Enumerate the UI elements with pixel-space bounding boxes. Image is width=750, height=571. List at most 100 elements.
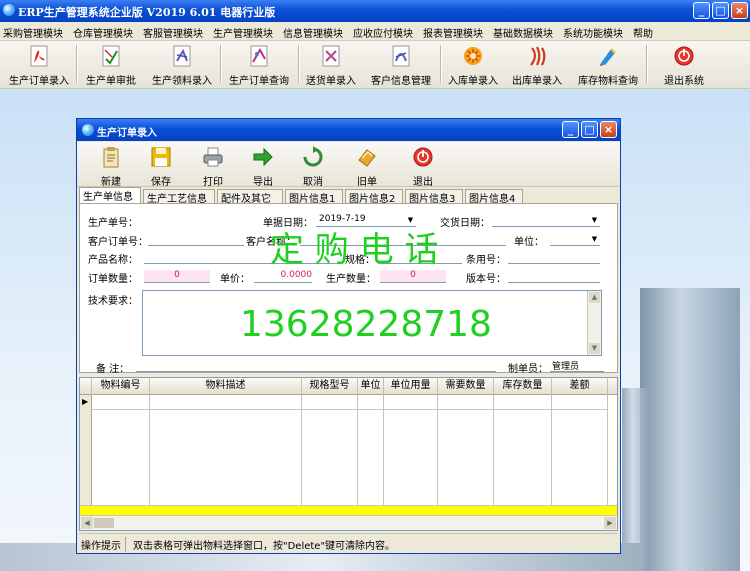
toolbar-storage-in-button[interactable]: 入库单录入: [444, 43, 502, 87]
tab-image-1[interactable]: 图片信息1: [285, 189, 343, 205]
cancel-refresh-icon: [303, 146, 323, 167]
tab-order-info[interactable]: 生产单信息: [79, 187, 141, 203]
app-title: ERP生产管理系统企业版 V2019 6.01 电器行业版: [18, 6, 276, 19]
grid-header-spec[interactable]: 规格型号: [302, 378, 358, 395]
material-grid[interactable]: 物料编号 物料描述 规格型号 单位 单位用量 需要数量 库存数量 差额 ▶ ◀ …: [79, 377, 618, 531]
production-qty-field[interactable]: 0: [380, 270, 446, 283]
watermark-phone-number: 13628228718: [240, 304, 492, 345]
customer-order-field[interactable]: [148, 233, 244, 246]
scroll-down-icon[interactable]: ▼: [589, 343, 600, 354]
status-text: 双击表格可弹出物料选择窗口，按"Delete"键可清除内容。: [133, 541, 396, 552]
menu-bar: 采购管理模块 仓库管理模块 客服管理模块 生产管理模块 信息管理模块 应收应付模…: [0, 22, 750, 41]
totals-row: [80, 505, 617, 515]
child-exit-button[interactable]: 退出: [399, 144, 447, 188]
scroll-up-icon[interactable]: ▲: [589, 292, 600, 303]
printer-icon: [203, 147, 223, 167]
save-button[interactable]: 保存: [137, 144, 185, 188]
tech-req-scrollbar[interactable]: ▲ ▼: [587, 291, 601, 355]
grid-header-required-qty[interactable]: 需要数量: [438, 378, 494, 395]
scroll-left-icon[interactable]: ◀: [81, 517, 93, 529]
maximize-button[interactable]: □: [712, 2, 729, 19]
grid-header-stock-qty[interactable]: 库存数量: [494, 378, 552, 395]
grid-col-line: [551, 395, 552, 505]
unit-price-field[interactable]: 0.0000: [254, 270, 312, 283]
menu-service[interactable]: 客服管理模块: [143, 25, 203, 40]
query-document-icon: [250, 45, 268, 67]
toolbar-material-button[interactable]: 生产领料录入: [148, 43, 216, 87]
tab-image-4[interactable]: 图片信息4: [465, 189, 523, 205]
scroll-right-icon[interactable]: ▶: [604, 517, 616, 529]
menu-warehouse[interactable]: 仓库管理模块: [73, 25, 133, 40]
current-row-arrow-icon: ▶: [82, 397, 89, 406]
toolbar-customer-button[interactable]: 客户信息管理: [366, 43, 436, 87]
row-selector-column: ▶: [80, 395, 92, 505]
tab-process-info[interactable]: 生产工艺信息: [143, 189, 215, 205]
child-window-icon: [82, 124, 94, 136]
toolbar-delivery-button[interactable]: 送货单录入: [302, 43, 360, 87]
toolbar-approval-button[interactable]: 生产单审批: [80, 43, 142, 87]
grid-header-material-no[interactable]: 物料编号: [92, 378, 150, 395]
child-minimize-button[interactable]: _: [562, 121, 579, 138]
chevron-down-icon[interactable]: ▼: [589, 214, 600, 226]
material-document-icon: [173, 45, 191, 67]
toolbar-storage-out-button[interactable]: 出库单录入: [508, 43, 566, 87]
version-label: 版本号：: [466, 274, 506, 285]
minimize-button[interactable]: _: [693, 2, 710, 19]
toolbar-inventory-query-button[interactable]: 库存物料查询: [574, 43, 642, 87]
unit-field[interactable]: ▼: [550, 233, 600, 246]
grid-header-unit[interactable]: 单位: [358, 378, 384, 395]
storage-out-icon: [530, 46, 546, 66]
usage-field[interactable]: [508, 251, 600, 264]
menu-ar-ap[interactable]: 应收应付模块: [353, 25, 413, 40]
menu-purchase[interactable]: 采购管理模块: [3, 25, 63, 40]
print-button[interactable]: 打印: [189, 144, 237, 188]
customer-order-label: 客户订单号：: [88, 237, 148, 248]
old-order-button[interactable]: 旧单: [343, 144, 391, 188]
status-bar: 操作提示 双击表格可弹出物料选择窗口，按"Delete"键可清除内容。: [79, 533, 618, 552]
order-form: 生产单号： 单据日期： 2019-7-19 ▼ 交货日期： ▼ 客户订单号： 客户…: [79, 203, 618, 375]
grid-header-material-desc[interactable]: 物料描述: [150, 378, 302, 395]
child-maximize-button[interactable]: □: [581, 121, 598, 138]
toolbar-order-entry-button[interactable]: 生产订单录入: [3, 43, 75, 87]
tab-parts-other[interactable]: 配件及其它: [217, 189, 283, 205]
tab-image-2[interactable]: 图片信息2: [345, 189, 403, 205]
maker-field[interactable]: 管理员: [550, 359, 604, 372]
order-entry-window: 生产订单录入 _ □ × 新建 保存 打印 导出 取消 旧单 退出 生产单信息 …: [76, 118, 621, 554]
toolbar-order-query-button[interactable]: 生产订单查询: [224, 43, 294, 87]
order-qty-label: 订单数量：: [88, 274, 138, 285]
order-no-field[interactable]: [148, 214, 260, 227]
toolbar-exit-button[interactable]: 退出系统: [654, 43, 714, 87]
menu-info[interactable]: 信息管理模块: [283, 25, 343, 40]
menu-base-data[interactable]: 基础数据模块: [493, 25, 553, 40]
menu-production[interactable]: 生产管理模块: [213, 25, 273, 40]
new-button[interactable]: 新建: [87, 144, 135, 188]
menu-report[interactable]: 报表管理模块: [423, 25, 483, 40]
toolbar-separator: [298, 45, 300, 83]
scroll-thumb[interactable]: [94, 518, 114, 528]
export-button[interactable]: 导出: [239, 144, 287, 188]
storage-in-icon: [464, 47, 482, 65]
grid-horizontal-scrollbar[interactable]: ◀ ▶: [80, 515, 617, 530]
menu-system[interactable]: 系统功能模块: [563, 25, 623, 40]
remark-field[interactable]: [136, 359, 496, 372]
chevron-down-icon[interactable]: ▼: [589, 233, 600, 245]
version-field[interactable]: [508, 270, 600, 283]
order-qty-field[interactable]: 0: [144, 270, 210, 283]
remark-label: 备 注：: [96, 364, 130, 375]
table-row[interactable]: [92, 395, 608, 410]
delivery-date-field[interactable]: ▼: [492, 214, 600, 227]
toolbar-separator: [646, 45, 648, 83]
close-button[interactable]: ×: [731, 2, 748, 19]
toolbar-separator: [220, 45, 222, 83]
cancel-button[interactable]: 取消: [289, 144, 337, 188]
grid-corner: [80, 378, 92, 395]
menu-help[interactable]: 帮助: [633, 25, 653, 40]
customer-document-icon: [392, 45, 410, 67]
building-graphic: [640, 288, 740, 571]
tab-image-3[interactable]: 图片信息3: [405, 189, 463, 205]
child-close-button[interactable]: ×: [600, 121, 617, 138]
grid-header-difference[interactable]: 差额: [552, 378, 608, 395]
child-title-bar: 生产订单录入 _ □ ×: [77, 119, 620, 141]
grid-col-line: [607, 395, 608, 505]
grid-header-unit-usage[interactable]: 单位用量: [384, 378, 438, 395]
